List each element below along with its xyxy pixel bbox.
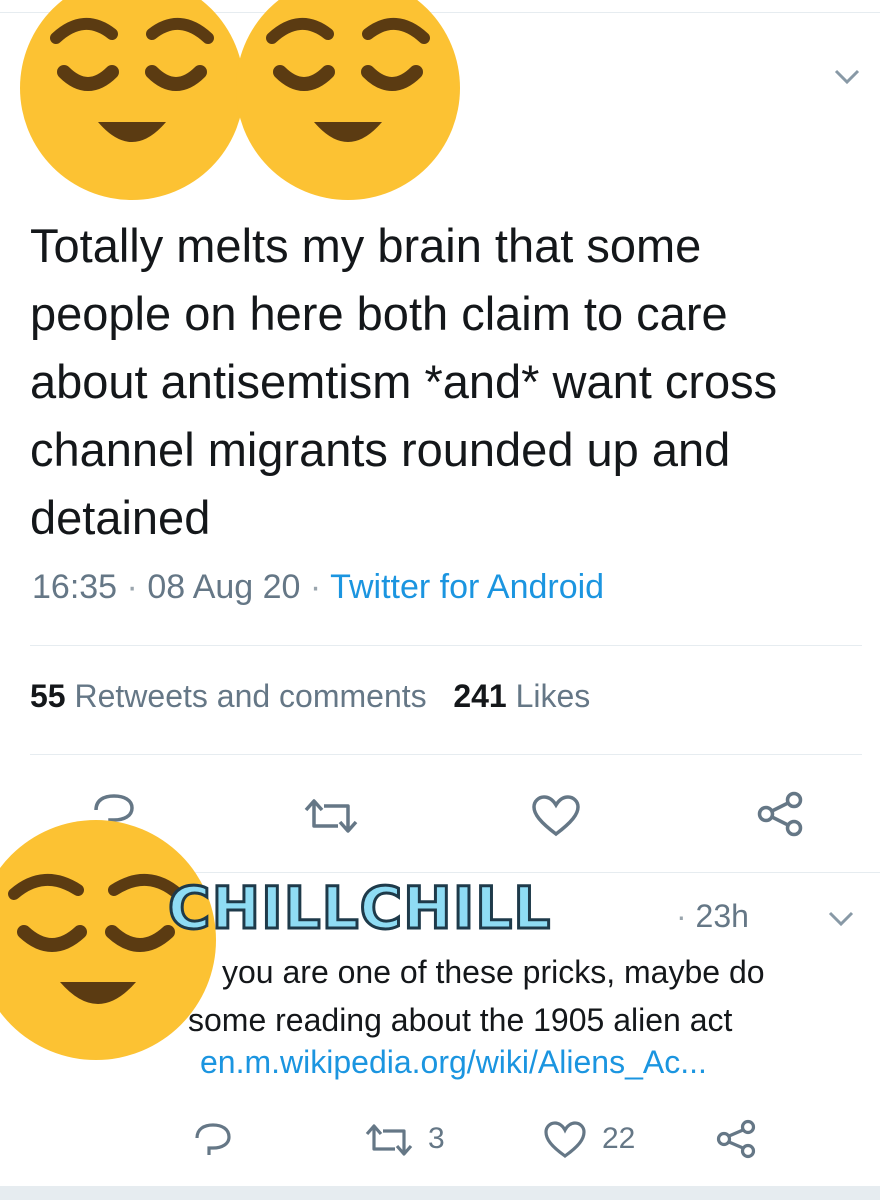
reply-link[interactable]: en.m.wikipedia.org/wiki/Aliens_Ac... bbox=[200, 1044, 707, 1081]
divider bbox=[30, 645, 862, 646]
divider bbox=[30, 754, 862, 755]
reply-text-line: some reading about the 1905 alien act bbox=[188, 1002, 733, 1038]
sticker-text: CHILLCHILL bbox=[166, 873, 552, 944]
relieved-face-emoji bbox=[20, 0, 244, 200]
reply-text: you are one of these pricks, maybe do so… bbox=[188, 948, 868, 1044]
reply-text-line: you are one of these pricks, maybe do bbox=[222, 954, 765, 990]
retweets-stat[interactable]: 55 Retweets and comments bbox=[30, 678, 427, 714]
likes-count: 241 bbox=[453, 678, 507, 714]
retweet-icon[interactable] bbox=[300, 796, 362, 836]
tweet-text: Totally melts my brain that some people … bbox=[30, 219, 778, 544]
reply-icon[interactable] bbox=[192, 1120, 234, 1158]
heart-icon[interactable] bbox=[542, 1120, 588, 1160]
reply-like-count: 22 bbox=[602, 1122, 636, 1155]
heart-icon[interactable] bbox=[530, 794, 582, 838]
share-icon[interactable] bbox=[714, 1118, 758, 1160]
tweet-source-link[interactable]: Twitter for Android bbox=[330, 568, 604, 606]
retweet-icon[interactable] bbox=[362, 1122, 416, 1158]
chevron-down-icon[interactable] bbox=[832, 66, 862, 88]
relieved-face-emoji bbox=[236, 0, 460, 200]
bottom-divider bbox=[0, 1186, 880, 1200]
reply-retweet-count: 3 bbox=[428, 1122, 445, 1155]
tweet-meta: 16:35 · 08 Aug 20 · Twitter for Android bbox=[32, 568, 605, 606]
chevron-down-icon[interactable] bbox=[826, 908, 856, 930]
share-icon[interactable] bbox=[754, 790, 806, 838]
tweet-time: 16:35 bbox=[32, 568, 118, 606]
likes-label: Likes bbox=[515, 678, 591, 714]
retweets-label: Retweets and comments bbox=[74, 678, 427, 714]
reply-timestamp: · 23h bbox=[676, 898, 749, 934]
tweet-date: 08 Aug 20 bbox=[147, 568, 301, 606]
likes-stat[interactable]: 241 Likes bbox=[453, 678, 590, 714]
retweets-count: 55 bbox=[30, 678, 66, 714]
tweet-stats: 55 Retweets and comments 241 Likes bbox=[30, 678, 590, 715]
